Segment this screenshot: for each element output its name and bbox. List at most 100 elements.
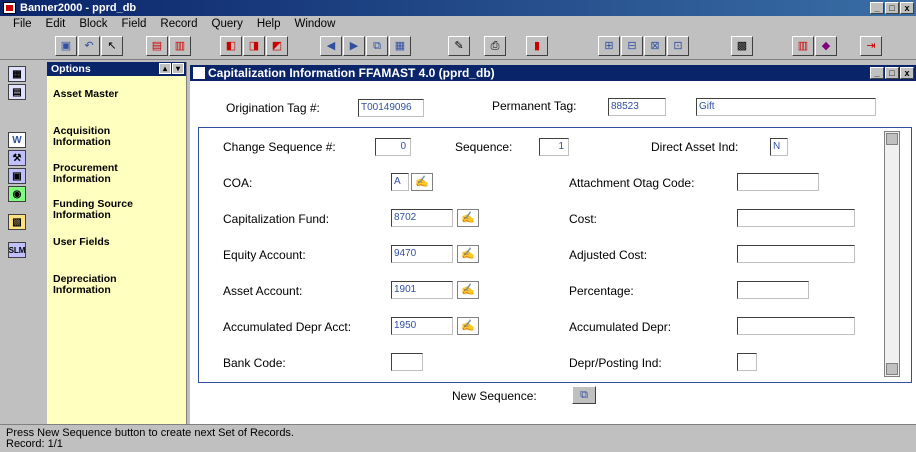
capitalization-window: Capitalization Information FFAMAST 4.0 (… [190,65,916,424]
vertical-scrollbar[interactable] [884,131,900,377]
close-button[interactable]: x [900,2,914,14]
books-icon[interactable]: ▥ [792,36,814,56]
next-record-icon[interactable]: ▶ [343,36,365,56]
capitalization-fund-field[interactable]: 8702 [391,209,453,227]
tools-icon[interactable]: ⚒ [8,150,26,166]
options-close-button[interactable]: ▾ [172,63,184,74]
accumulated-depr-acct-label: Accumulated Depr Acct: [223,320,352,334]
menu-query[interactable]: Query [205,16,250,32]
cost-field[interactable] [737,209,855,227]
chart-icon[interactable]: ▮ [526,36,548,56]
menu-record[interactable]: Record [153,16,204,32]
asset-account-field[interactable]: 1901 [391,281,453,299]
previous-block-icon[interactable]: ◧ [220,36,242,56]
attachment-otag-code-field[interactable] [737,173,819,191]
capitalization-fund-label: Capitalization Fund: [223,212,330,226]
depr-posting-ind-field[interactable] [737,353,757,371]
monitor-icon[interactable]: ▣ [8,168,26,184]
edit-icon[interactable]: ✎ [448,36,470,56]
percentage-field[interactable] [737,281,809,299]
accumulated-depr-acct-field[interactable]: 1950 [391,317,453,335]
menu-block[interactable]: Block [72,16,114,32]
query-enter-icon[interactable]: ⊞ [598,36,620,56]
new-sequence-button[interactable]: ⧉ [572,386,596,404]
new-sequence-label: New Sequence: [452,389,537,403]
count-icon[interactable]: ▦ [389,36,411,56]
capitalization-fund-lookup-icon[interactable]: ✍ [457,209,479,227]
maximize-button[interactable]: □ [885,2,899,14]
depr-posting-ind-label: Depr/Posting Ind: [569,356,662,370]
globe-icon[interactable]: ◉ [8,186,26,202]
coa-field[interactable]: A [391,173,409,191]
form-minimize-button[interactable]: _ [870,67,884,79]
accumulated-depr-label: Accumulated Depr: [569,320,672,334]
menu-bar: File Edit Block Field Record Query Help … [0,16,916,32]
menu-field[interactable]: Field [114,16,153,32]
scroll-up-button[interactable] [886,133,898,145]
options-panel: Options ▴ ▾ Asset Master Acquisition Inf… [47,62,187,424]
equity-account-field[interactable]: 9470 [391,245,453,263]
help-icon[interactable]: ◆ [815,36,837,56]
permanent-tag-description-field[interactable]: Gift [696,98,876,116]
scroll-down-button[interactable] [886,363,898,375]
previous-record-icon[interactable]: ◀ [320,36,342,56]
form-title: Capitalization Information FFAMAST 4.0 (… [208,66,495,80]
w-icon[interactable]: W [8,132,26,148]
select-icon[interactable]: ↖ [101,36,123,56]
sequence-label: Sequence: [455,140,513,154]
minimize-button[interactable]: _ [870,2,884,14]
query-count-icon[interactable]: ⊡ [667,36,689,56]
rollback-icon[interactable]: ↶ [78,36,100,56]
adjusted-cost-field[interactable] [737,245,855,263]
origination-tag-label: Origination Tag #: [226,101,320,115]
next-block-icon[interactable]: ◨ [243,36,265,56]
grid-icon[interactable]: ▤ [8,84,26,100]
direct-asset-ind-label: Direct Asset Ind: [651,140,739,154]
query-execute-icon[interactable]: ⊟ [621,36,643,56]
asset-account-label: Asset Account: [223,284,303,298]
slm-icon[interactable]: SLM [8,242,26,258]
spreadsheet-icon[interactable]: ▦ [8,66,26,82]
calculator-icon[interactable]: ▩ [731,36,753,56]
app-icon [3,2,16,14]
direct-asset-ind-field[interactable]: N [770,138,788,156]
option-procurement-information[interactable]: Procurement Information [53,163,135,185]
clear-block-icon[interactable]: ◩ [266,36,288,56]
accumulated-depr-acct-lookup-icon[interactable]: ✍ [457,317,479,335]
insert-record-icon[interactable]: ▤ [146,36,168,56]
bank-code-field[interactable] [391,353,423,371]
attachment-otag-code-label: Attachment Otag Code: [569,176,695,190]
menu-file[interactable]: File [6,16,39,32]
form-title-bar: Capitalization Information FFAMAST 4.0 (… [190,65,916,81]
status-message: Press New Sequence button to create next… [6,427,294,439]
change-sequence-label: Change Sequence #: [223,140,336,154]
report-icon[interactable]: ▧ [8,214,26,230]
side-icon-bar: ▦ ▤ W ⚒ ▣ ◉ ▧ SLM [0,62,46,424]
options-dropdown-button[interactable]: ▴ [159,63,171,74]
asset-account-lookup-icon[interactable]: ✍ [457,281,479,299]
accumulated-depr-field[interactable] [737,317,855,335]
option-user-fields[interactable]: User Fields [53,237,143,248]
menu-edit[interactable]: Edit [39,16,73,32]
exit-icon[interactable]: ⇥ [860,36,882,56]
bank-code-label: Bank Code: [223,356,286,370]
form-maximize-button[interactable]: □ [885,67,899,79]
permanent-tag-field[interactable]: 88523 [608,98,666,116]
print-icon[interactable]: ⎙ [484,36,506,56]
equity-account-lookup-icon[interactable]: ✍ [457,245,479,263]
option-asset-master[interactable]: Asset Master [53,89,143,100]
menu-help[interactable]: Help [250,16,288,32]
remove-record-icon[interactable]: ▥ [169,36,191,56]
option-funding-source-information[interactable]: Funding Source Information [53,199,163,221]
menu-window[interactable]: Window [287,16,342,32]
query-cancel-icon[interactable]: ⊠ [644,36,666,56]
option-acquisition-information[interactable]: Acquisition Information [53,126,135,148]
sequence-field[interactable]: 1 [539,138,569,156]
option-depreciation-information[interactable]: Depreciation Information [53,274,143,296]
save-icon[interactable]: ▣ [55,36,77,56]
origination-tag-field[interactable]: T00149096 [358,99,424,117]
form-close-button[interactable]: x [900,67,914,79]
coa-lookup-icon[interactable]: ✍ [411,173,433,191]
duplicate-record-icon[interactable]: ⧉ [366,36,388,56]
change-sequence-field[interactable]: 0 [375,138,411,156]
